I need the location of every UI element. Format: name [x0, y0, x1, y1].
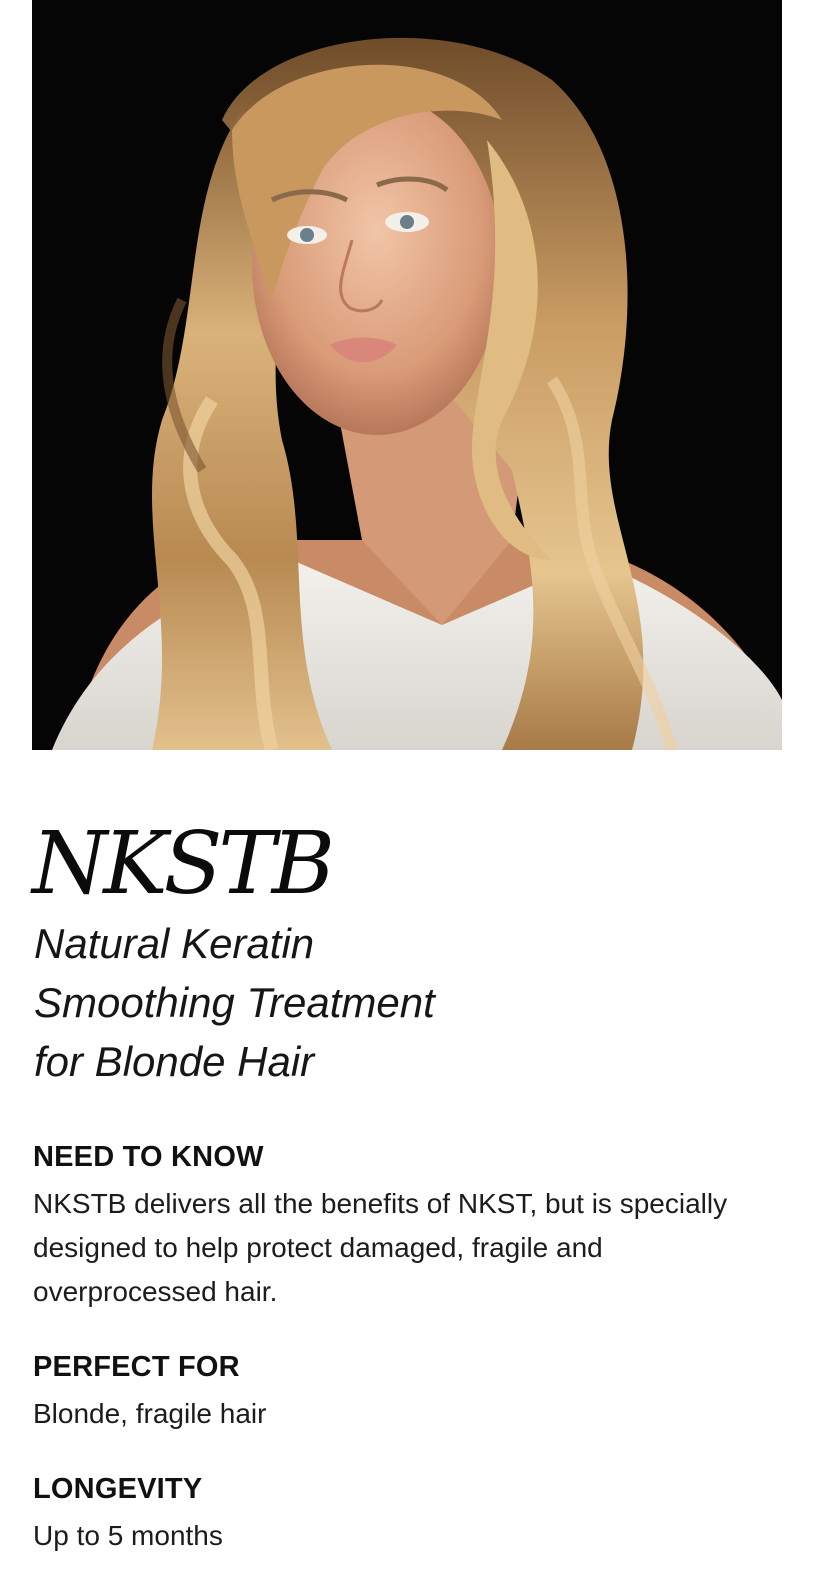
- section-body: Blonde, fragile hair: [33, 1398, 267, 1429]
- section-body: NKSTB delivers all the benefits of NKST,…: [33, 1188, 728, 1307]
- hero-image: [32, 0, 782, 750]
- product-brand-title: NKSTB: [32, 814, 335, 914]
- section-need-to-know: NEED TO KNOW NKSTB delivers all the bene…: [33, 1140, 793, 1314]
- section-perfect-for: PERFECT FOR Blonde, fragile hair: [33, 1350, 793, 1436]
- subtitle-line-3: for Blonde Hair: [34, 1038, 315, 1085]
- section-heading: PERFECT FOR: [33, 1351, 240, 1383]
- subtitle-line-2: Smoothing Treatment: [34, 979, 435, 1026]
- subtitle-line-1: Natural Keratin: [34, 920, 315, 967]
- product-subtitle: Natural Keratin Smoothing Treatment for …: [34, 914, 634, 1091]
- section-heading: LONGEVITY: [33, 1473, 203, 1505]
- portrait-illustration: [32, 0, 782, 750]
- section-body: Up to 5 months: [33, 1520, 223, 1551]
- section-longevity: LONGEVITY Up to 5 months: [33, 1472, 793, 1558]
- section-heading: NEED TO KNOW: [33, 1141, 264, 1173]
